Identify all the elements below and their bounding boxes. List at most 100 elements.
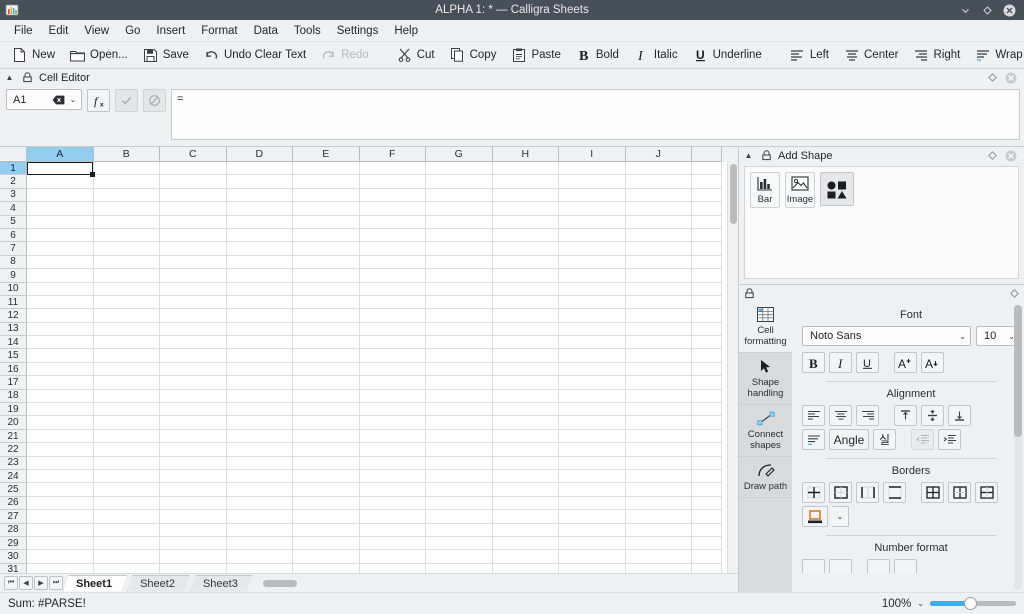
cell-J15[interactable] [625, 349, 692, 363]
cell-C6[interactable] [160, 228, 227, 243]
last-sheet-button[interactable]: ⏭ [49, 576, 63, 590]
row-header-20[interactable]: 20 [0, 416, 27, 430]
cell-B10[interactable] [93, 282, 160, 296]
cell-A19[interactable] [27, 403, 94, 417]
row-header-14[interactable]: 14 [0, 336, 27, 350]
menu-go[interactable]: Go [117, 22, 148, 40]
cell-G12[interactable] [426, 309, 493, 323]
cell-F26[interactable] [359, 496, 426, 511]
cell-F19[interactable] [359, 403, 426, 417]
cell-C22[interactable] [160, 443, 227, 457]
cell-I15[interactable] [559, 349, 626, 363]
cell-partial-15[interactable] [692, 349, 722, 363]
cell-A22[interactable] [27, 443, 94, 457]
cell-partial-28[interactable] [692, 523, 722, 537]
cell-partial-23[interactable] [692, 456, 722, 470]
cell-partial-1[interactable] [692, 162, 722, 176]
cell-I19[interactable] [559, 403, 626, 417]
dock-lock-icon[interactable] [21, 72, 33, 83]
row-header-7[interactable]: 7 [0, 242, 27, 256]
row-header-23[interactable]: 23 [0, 456, 27, 470]
cell-G16[interactable] [426, 362, 493, 377]
cell-H8[interactable] [492, 255, 559, 270]
cell-J4[interactable] [625, 202, 692, 216]
cancel-formula-button[interactable] [143, 89, 166, 112]
cell-D8[interactable] [226, 255, 293, 270]
add-shape-collapse-caret-icon[interactable]: ▲ [743, 151, 754, 160]
cell-partial-11[interactable] [692, 295, 722, 310]
cell-A7[interactable] [27, 242, 94, 256]
row-header-17[interactable]: 17 [0, 376, 27, 390]
cell-E21[interactable] [293, 429, 360, 444]
cell-C21[interactable] [160, 429, 227, 444]
cell-J25[interactable] [625, 483, 692, 497]
menu-insert[interactable]: Insert [148, 22, 193, 40]
cell-D18[interactable] [226, 389, 293, 404]
cell-D5[interactable] [226, 215, 293, 229]
cell-partial-16[interactable] [692, 362, 722, 377]
cell-partial-10[interactable] [692, 282, 722, 296]
first-sheet-button[interactable]: ⏮ [4, 576, 18, 590]
cell-B18[interactable] [93, 389, 160, 404]
cell-H3[interactable] [492, 188, 559, 203]
cell-E26[interactable] [293, 496, 360, 511]
cell-J18[interactable] [625, 389, 692, 404]
add-shape-lock-icon[interactable] [760, 150, 772, 161]
menu-file[interactable]: File [6, 22, 41, 40]
vertical-scrollbar-thumb[interactable] [730, 164, 737, 224]
cell-E6[interactable] [293, 228, 360, 243]
cell-G28[interactable] [426, 523, 493, 537]
vertical-scrollbar[interactable] [727, 162, 738, 573]
cell-G14[interactable] [426, 336, 493, 350]
cell-I9[interactable] [559, 269, 626, 283]
cell-F25[interactable] [359, 483, 426, 497]
cell-E13[interactable] [293, 322, 360, 337]
cell-A30[interactable] [27, 550, 94, 564]
cell-F8[interactable] [359, 255, 426, 270]
font-family-select[interactable]: Noto Sans ⌄ [802, 326, 971, 346]
cell-I22[interactable] [559, 443, 626, 457]
cell-F18[interactable] [359, 389, 426, 404]
cell-G5[interactable] [426, 215, 493, 229]
border-custom-button[interactable] [975, 482, 998, 503]
border-outline-button[interactable] [829, 482, 852, 503]
cell-A10[interactable] [27, 282, 94, 296]
cell-I13[interactable] [559, 322, 626, 337]
cell-E3[interactable] [293, 188, 360, 203]
cell-A1[interactable] [27, 162, 94, 176]
cell-F16[interactable] [359, 362, 426, 377]
cell-C9[interactable] [160, 269, 227, 283]
row-header-30[interactable]: 30 [0, 550, 27, 564]
column-header-D[interactable]: D [226, 147, 293, 162]
cell-J31[interactable] [626, 563, 692, 573]
cell-partial-7[interactable] [692, 242, 722, 256]
cell-A20[interactable] [27, 416, 94, 430]
cell-B1[interactable] [93, 162, 160, 176]
cell-A28[interactable] [27, 523, 94, 537]
cell-I1[interactable] [559, 162, 626, 176]
row-header-16[interactable]: 16 [0, 362, 27, 377]
cell-partial-21[interactable] [692, 429, 722, 444]
minimize-button[interactable] [959, 4, 972, 17]
sheet-tab-sheet3[interactable]: Sheet3 [190, 575, 253, 592]
number-format-percent-button[interactable] [867, 559, 890, 573]
number-format-number-button[interactable] [829, 559, 852, 573]
cell-A23[interactable] [27, 456, 94, 470]
cell-J19[interactable] [625, 403, 692, 417]
cell-D17[interactable] [226, 376, 293, 390]
cell-H27[interactable] [492, 510, 559, 524]
cell-C29[interactable] [160, 536, 227, 551]
row-header-15[interactable]: 15 [0, 349, 27, 363]
cell-J17[interactable] [625, 376, 692, 390]
cell-B23[interactable] [93, 456, 160, 470]
decrease-font-size-button[interactable]: A [921, 352, 944, 373]
cell-C30[interactable] [160, 550, 227, 564]
cell-reference-chevron-down-icon[interactable]: ⌄ [68, 95, 78, 104]
add-shape-float-icon[interactable] [988, 151, 997, 160]
add-shape-close-icon[interactable] [1005, 150, 1017, 162]
formula-input[interactable]: = [171, 89, 1020, 140]
row-header-25[interactable]: 25 [0, 483, 27, 497]
row-header-31[interactable]: 31 [0, 563, 27, 573]
paste-button[interactable]: Paste [504, 45, 567, 66]
cell-I11[interactable] [559, 295, 626, 310]
